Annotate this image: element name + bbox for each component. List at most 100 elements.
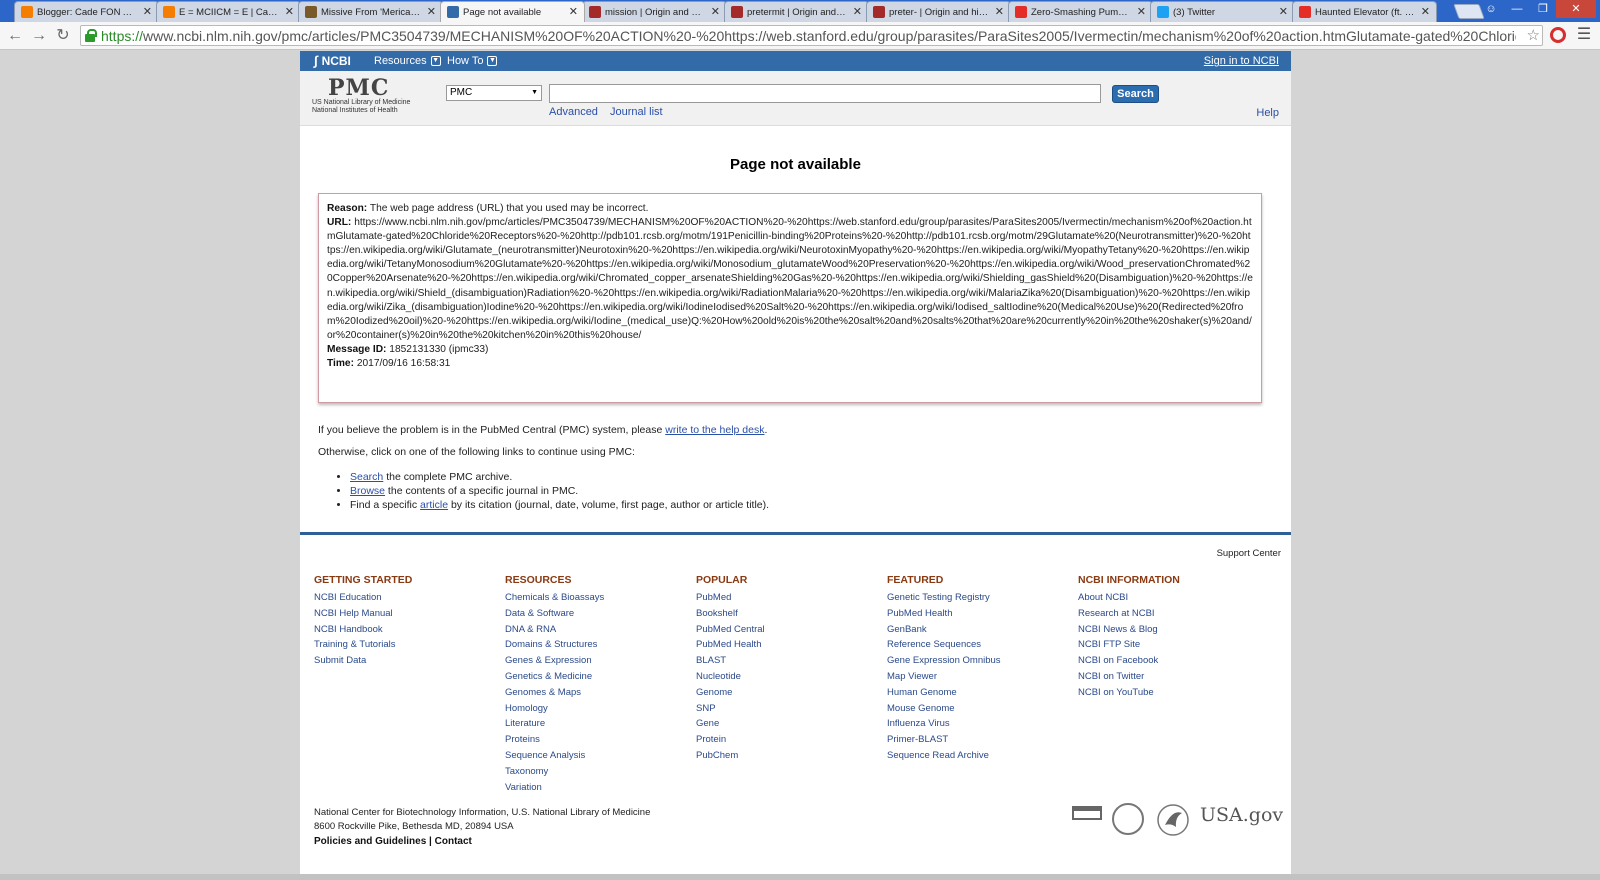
footer-link[interactable]: Influenza Virus [887, 716, 1077, 732]
browser-tab[interactable]: Haunted Elevator (ft. Da ✕ [1292, 1, 1437, 22]
user-icon[interactable]: ☺ [1478, 0, 1504, 18]
article-citation-link[interactable]: article [420, 499, 448, 511]
footer-link[interactable]: Sequence Analysis [505, 748, 695, 764]
browser-tab[interactable]: (3) Twitter ✕ [1150, 1, 1295, 22]
browser-tab[interactable]: Page not available ✕ [440, 1, 585, 22]
footer-link[interactable]: PubMed Central [696, 622, 886, 638]
policies-link[interactable]: Policies and Guidelines [314, 836, 426, 847]
footer-link[interactable]: Gene [696, 716, 886, 732]
footer-link[interactable]: Primer-BLAST [887, 732, 1077, 748]
footer-link[interactable]: Proteins [505, 732, 695, 748]
maximize-button[interactable]: ❐ [1530, 0, 1556, 18]
ncbi-logo[interactable]: ∫ NCBI [314, 53, 351, 68]
close-tab-icon[interactable]: ✕ [995, 5, 1004, 19]
close-tab-icon[interactable]: ✕ [1137, 5, 1146, 19]
footer-link[interactable]: Human Genome [887, 685, 1077, 701]
footer-link[interactable]: Homology [505, 701, 695, 717]
footer-link[interactable]: Literature [505, 716, 695, 732]
contact-link[interactable]: Contact [435, 836, 472, 847]
search-archive-link[interactable]: Search [350, 471, 383, 483]
footer-link[interactable]: PubMed Health [887, 606, 1077, 622]
footer-link[interactable]: About NCBI [1078, 590, 1268, 606]
close-tab-icon[interactable]: ✕ [1279, 5, 1288, 19]
help-desk-link[interactable]: write to the help desk [665, 424, 764, 436]
footer-link[interactable]: PubMed Health [696, 637, 886, 653]
browser-tab[interactable]: Missive From 'Merica: Sh ✕ [298, 1, 443, 22]
footer-link[interactable]: NCBI Help Manual [314, 606, 504, 622]
address-bar[interactable]: https://www.ncbi.nlm.nih.gov/pmc/article… [80, 25, 1543, 46]
footer-link[interactable]: Genome [696, 685, 886, 701]
search-input[interactable] [549, 84, 1101, 103]
close-tab-icon[interactable]: ✕ [711, 5, 720, 19]
footer-link[interactable]: Genetics & Medicine [505, 669, 695, 685]
footer-link[interactable]: NCBI on YouTube [1078, 685, 1268, 701]
browser-menu-icon[interactable]: ☰ [1576, 26, 1592, 44]
footer-link[interactable]: NCBI Handbook [314, 622, 504, 638]
browse-journal-link[interactable]: Browse [350, 485, 385, 497]
footer-link[interactable]: Map Viewer [887, 669, 1077, 685]
reload-icon[interactable]: ↻ [52, 25, 74, 47]
close-tab-icon[interactable]: ✕ [569, 5, 578, 19]
footer-link[interactable]: Domains & Structures [505, 637, 695, 653]
footer-link[interactable]: SNP [696, 701, 886, 717]
footer-link[interactable]: Submit Data [314, 653, 504, 669]
close-tab-icon[interactable]: ✕ [427, 5, 436, 19]
browser-tab[interactable]: Blogger: Cade FON Apoll ✕ [14, 1, 159, 22]
footer-link[interactable]: Genetic Testing Registry [887, 590, 1077, 606]
browser-tab[interactable]: pretermit | Origin and his ✕ [724, 1, 869, 22]
footer-link[interactable]: Taxonomy [505, 764, 695, 780]
footer-link[interactable]: NCBI News & Blog [1078, 622, 1268, 638]
footer-link[interactable]: PubChem [696, 748, 886, 764]
usa-gov-logo[interactable]: USA.gov [1200, 803, 1283, 837]
footer-link[interactable]: NCBI on Facebook [1078, 653, 1268, 669]
footer-link[interactable]: Genomes & Maps [505, 685, 695, 701]
footer-link[interactable]: Data & Software [505, 606, 695, 622]
back-arrow-icon[interactable]: ← [4, 25, 26, 47]
footer-link[interactable]: Training & Tutorials [314, 637, 504, 653]
footer-link[interactable]: Chemicals & Bioassays [505, 590, 695, 606]
forward-arrow-icon[interactable]: → [28, 25, 50, 47]
nih-logo[interactable] [1112, 803, 1146, 837]
footer-link[interactable]: NCBI on Twitter [1078, 669, 1268, 685]
close-tab-icon[interactable]: ✕ [853, 5, 862, 19]
close-window-button[interactable]: ✕ [1556, 0, 1596, 18]
browser-tab[interactable]: Zero-Smashing Pumpkins ✕ [1008, 1, 1153, 22]
journal-list-link[interactable]: Journal list [610, 106, 663, 118]
database-select[interactable]: PMC ▼ [446, 85, 542, 101]
minimize-button[interactable]: — [1504, 0, 1530, 18]
footer-link[interactable]: NCBI Education [314, 590, 504, 606]
footer-link[interactable]: Protein [696, 732, 886, 748]
footer-link[interactable]: Variation [505, 780, 695, 796]
footer-link[interactable]: Gene Expression Omnibus [887, 653, 1077, 669]
hhs-logo[interactable] [1156, 803, 1190, 837]
browser-tab[interactable]: preter- | Origin and histo ✕ [866, 1, 1011, 22]
nlm-logo[interactable] [1072, 803, 1104, 837]
search-button[interactable]: Search [1112, 85, 1159, 103]
horizontal-scrollbar[interactable] [0, 874, 1600, 880]
footer-link[interactable]: GenBank [887, 622, 1077, 638]
advanced-search-link[interactable]: Advanced [549, 106, 598, 118]
support-center-link[interactable]: Support Center [1217, 548, 1281, 559]
footer-link[interactable]: Bookshelf [696, 606, 886, 622]
help-link[interactable]: Help [1256, 107, 1279, 119]
footer-link[interactable]: NCBI FTP Site [1078, 637, 1268, 653]
close-tab-icon[interactable]: ✕ [143, 5, 152, 19]
pmc-logo[interactable]: PMC US National Library of Medicine Nati… [312, 77, 430, 115]
opera-extension-icon[interactable] [1550, 27, 1566, 43]
howto-menu[interactable]: How To ▼ [447, 55, 498, 67]
footer-link[interactable]: PubMed [696, 590, 886, 606]
footer-link[interactable]: DNA & RNA [505, 622, 695, 638]
footer-link[interactable]: Sequence Read Archive [887, 748, 1077, 764]
resources-menu[interactable]: Resources ▼ [374, 55, 441, 67]
bookmark-star-icon[interactable]: ☆ [1527, 26, 1540, 45]
footer-link[interactable]: BLAST [696, 653, 886, 669]
footer-link[interactable]: Genes & Expression [505, 653, 695, 669]
browser-tab[interactable]: mission | Origin and histo ✕ [582, 1, 727, 22]
close-tab-icon[interactable]: ✕ [1421, 5, 1430, 19]
close-tab-icon[interactable]: ✕ [285, 5, 294, 19]
footer-link[interactable]: Research at NCBI [1078, 606, 1268, 622]
footer-link[interactable]: Reference Sequences [887, 637, 1077, 653]
sign-in-link[interactable]: Sign in to NCBI [1204, 55, 1279, 67]
footer-link[interactable]: Mouse Genome [887, 701, 1077, 717]
browser-tab[interactable]: E = MCIICM = E | Cade I ✕ [156, 1, 301, 22]
